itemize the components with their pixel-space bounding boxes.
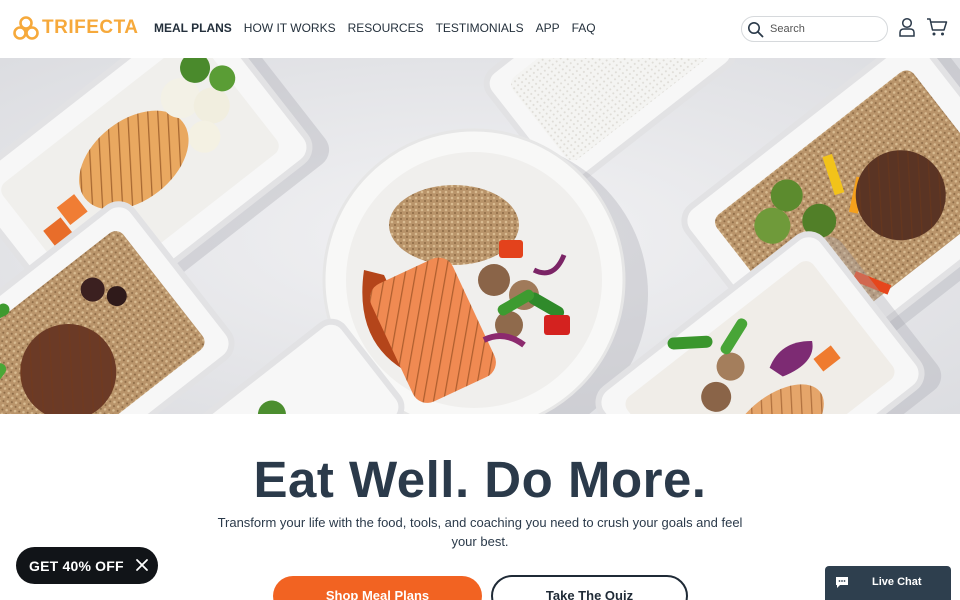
trifecta-logo-icon [13,16,39,40]
cart-icon[interactable] [926,17,948,37]
promo-label: GET 40% OFF [29,557,124,574]
site-header: TRIFECTA MEAL PLANS HOW IT WORKS RESOURC… [0,0,960,58]
nav-resources[interactable]: RESOURCES [348,21,424,35]
discount-promo-pill[interactable]: GET 40% OFF [16,547,158,584]
nav-app[interactable]: APP [536,21,560,35]
brand-logo[interactable]: TRIFECTA [13,16,139,40]
nav-how-it-works[interactable]: HOW IT WORKS [244,21,336,35]
nav-faq[interactable]: FAQ [572,21,596,35]
nav-testimonials[interactable]: TESTIMONIALS [436,21,524,35]
search-box[interactable] [741,16,888,42]
page-headline: Eat Well. Do More. [253,451,707,508]
brand-name: TRIFECTA [42,17,139,38]
search-icon[interactable] [747,21,764,38]
hero-image [0,58,960,414]
hero-subtext: Transform your life with the food, tools… [217,515,743,549]
nav-meal-plans[interactable]: MEAL PLANS [154,21,232,35]
chat-bubble-icon [836,577,848,588]
search-input[interactable] [770,23,870,35]
live-chat-label: Live Chat [872,576,922,588]
shop-meal-plans-button[interactable]: Shop Meal Plans [273,576,482,600]
live-chat-button[interactable]: Live Chat [825,566,951,600]
take-quiz-button[interactable]: Take The Quiz [491,575,688,600]
main-nav: MEAL PLANS HOW IT WORKS RESOURCES TESTIM… [154,21,596,35]
hero-food-illustration [0,58,960,414]
close-icon[interactable] [135,558,149,572]
account-icon[interactable] [898,17,916,37]
